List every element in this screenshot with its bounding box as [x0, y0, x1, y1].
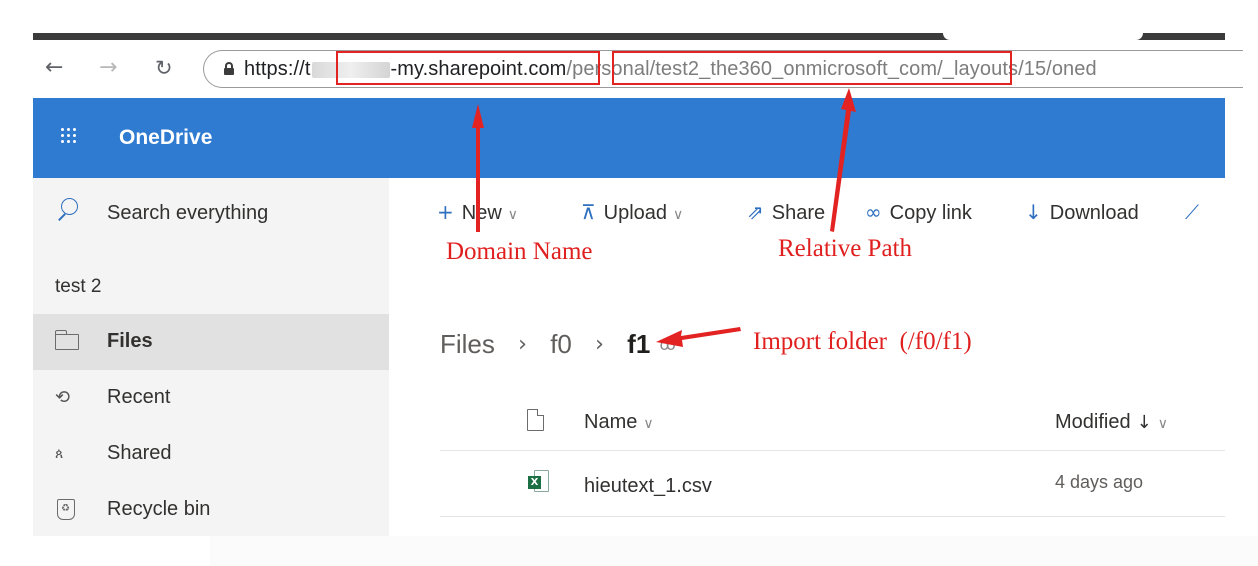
annotation-arrows: [472, 88, 856, 347]
path-arrow: [830, 88, 856, 232]
path-annotation: Relative Path: [778, 235, 912, 262]
folder-annotation: Import folder (/f0/f1): [753, 328, 972, 355]
domain-arrow: [472, 104, 484, 232]
folder-arrow: [656, 327, 741, 347]
domain-annotation: Domain Name: [446, 238, 593, 265]
